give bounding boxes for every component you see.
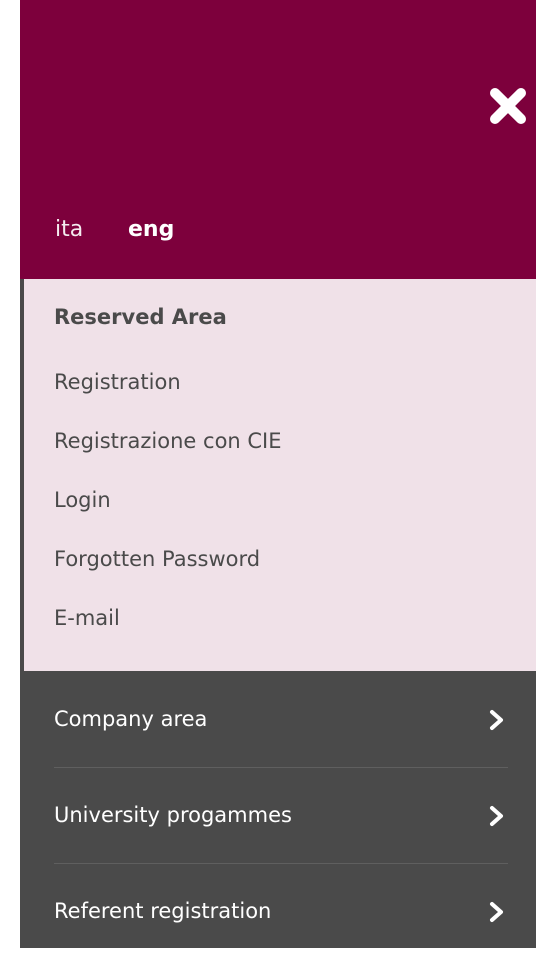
reserved-item-login[interactable]: Login — [54, 486, 111, 514]
main-menu: Company area University progammes Refere… — [20, 671, 536, 948]
reserved-area-title: Reserved Area — [54, 305, 227, 329]
reserved-item-registration[interactable]: Registration — [54, 368, 181, 396]
menu-item-label: Company area — [54, 707, 208, 731]
menu-item-company-area[interactable]: Company area — [20, 671, 536, 767]
language-ita-link[interactable]: ita — [55, 216, 83, 244]
reserved-item-registration-cie[interactable]: Registrazione con CIE — [54, 427, 282, 455]
menu-item-referent-registration[interactable]: Referent registration — [20, 863, 536, 959]
chevron-right-icon — [488, 805, 506, 827]
reserved-area-panel: Reserved Area Registration Registrazione… — [20, 279, 536, 671]
menu-header: ita eng — [20, 0, 536, 279]
reserved-item-forgotten-password[interactable]: Forgotten Password — [54, 545, 260, 573]
side-menu: ita eng Reserved Area Registration Regis… — [20, 0, 536, 948]
menu-item-label: Referent registration — [54, 899, 272, 923]
close-icon — [490, 88, 526, 124]
chevron-right-icon — [488, 709, 506, 731]
menu-item-university-programmes[interactable]: University progammes — [20, 767, 536, 863]
language-eng-link[interactable]: eng — [128, 216, 174, 244]
reserved-item-email[interactable]: E-mail — [54, 604, 120, 632]
chevron-right-icon — [488, 901, 506, 923]
menu-item-label: University progammes — [54, 803, 292, 827]
close-button[interactable] — [486, 84, 530, 128]
